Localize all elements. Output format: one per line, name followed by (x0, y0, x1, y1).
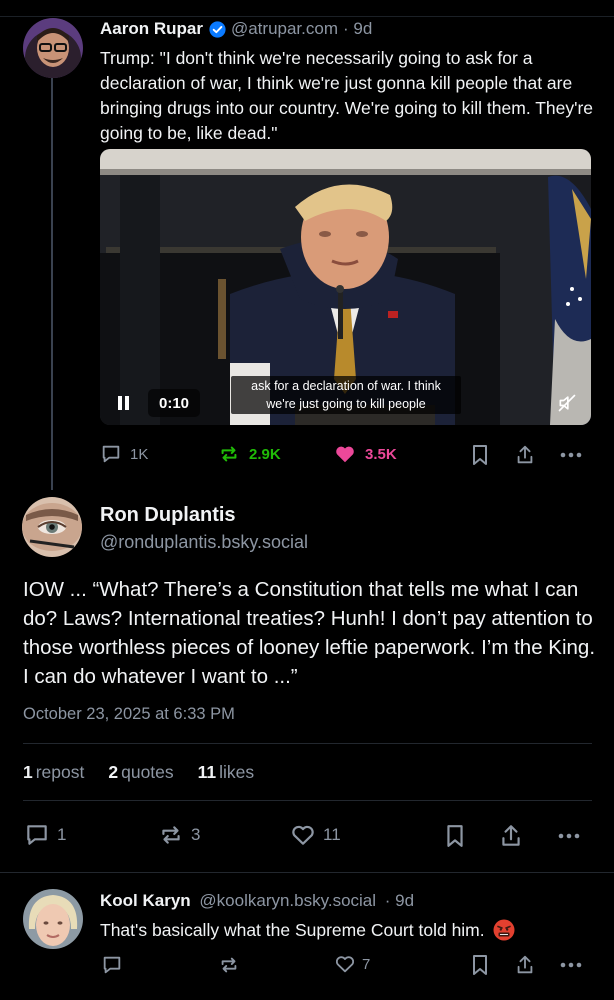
reply-author-handle[interactable]: @koolkaryn.bsky.social (199, 891, 376, 910)
main-author-handle[interactable]: @ronduplantis.bsky.social (100, 532, 308, 553)
heart-icon (335, 956, 355, 973)
repost-arrows-icon (221, 957, 237, 973)
parent-post-text: Trump: "I don't think we're necessarily … (100, 48, 594, 143)
reply-author-name[interactable]: Kool Karyn (100, 891, 191, 910)
verified-check-icon (209, 20, 226, 38)
parent-repost-button[interactable]: 2.9K (217, 443, 281, 465)
muted-speaker-icon (558, 394, 576, 412)
main-repost-button[interactable]: 3 (157, 822, 200, 848)
more-dots-icon (560, 962, 582, 968)
reply-share-button[interactable] (513, 953, 537, 977)
main-reply-count: 1 (57, 825, 67, 844)
bookmark-icon (473, 955, 487, 975)
reply-post-text: That's basically what the Supreme Court … (100, 919, 485, 940)
reply-post-text-row: That's basically what the Supreme Court … (100, 919, 515, 941)
parent-author-handle[interactable]: @atrupar.com (231, 19, 338, 39)
repost-arrows-icon (162, 826, 180, 844)
parent-reply-button[interactable]: 1K (100, 443, 148, 465)
parent-like-count: 3.5K (365, 445, 397, 463)
top-divider (0, 16, 614, 17)
main-author-avatar[interactable] (22, 497, 82, 557)
reply-repost-button[interactable] (217, 953, 241, 977)
main-like-button[interactable]: 11 (289, 822, 341, 848)
speech-bubble-icon (27, 825, 47, 845)
reply-author-avatar[interactable] (23, 889, 83, 949)
bookmark-icon (473, 445, 487, 465)
main-more-button[interactable] (554, 822, 584, 850)
pause-button[interactable] (106, 389, 142, 417)
speech-bubble-icon (103, 956, 121, 974)
parent-post-header: Aaron Rupar @atrupar.com · 9d (100, 19, 372, 39)
quotes-stat[interactable]: 2 quotes (108, 762, 173, 783)
thread-line (51, 78, 53, 490)
likes-stat[interactable]: 11 likes (198, 762, 255, 783)
reposts-stat[interactable]: 1 repost (23, 762, 84, 783)
parent-repost-count: 2.9K (249, 445, 281, 463)
parent-share-button[interactable] (513, 443, 537, 467)
reply-like-button[interactable]: 7 (333, 953, 370, 975)
more-dots-icon (558, 833, 580, 839)
main-bookmark-button[interactable] (441, 822, 469, 850)
reply-reply-button[interactable] (100, 953, 124, 977)
main-share-button[interactable] (497, 822, 525, 850)
parent-bookmark-button[interactable] (468, 443, 492, 467)
reply-post-header: Kool Karyn @koolkaryn.bsky.social · 9d (100, 891, 414, 911)
bookmark-icon (447, 825, 463, 847)
heart-icon (336, 446, 354, 463)
heart-icon (292, 825, 314, 845)
reply-post-age: · 9d (384, 891, 415, 910)
share-icon (517, 445, 533, 464)
more-dots-icon (560, 452, 582, 458)
video-caption: ask for a declaration of war. I think we… (231, 376, 461, 414)
main-post-timestamp: October 23, 2025 at 6:33 PM (23, 705, 235, 723)
speech-bubble-icon (102, 445, 120, 463)
main-author-name[interactable]: Ron Duplantis (100, 504, 236, 527)
main-repost-count: 3 (191, 825, 201, 844)
video-timestamp: 0:10 (148, 389, 200, 417)
parent-like-button[interactable]: 3.5K (333, 443, 397, 465)
stats-divider-top (23, 743, 592, 744)
pause-icon (118, 396, 129, 410)
reply-divider (0, 872, 614, 873)
parent-more-button[interactable] (558, 443, 584, 467)
parent-author-name[interactable]: Aaron Rupar (100, 19, 203, 39)
mute-button[interactable] (553, 390, 581, 416)
reply-bookmark-button[interactable] (468, 953, 492, 977)
reply-more-button[interactable] (558, 953, 584, 977)
stats-divider-bottom (23, 800, 592, 801)
parent-author-avatar[interactable] (23, 18, 83, 78)
main-post-text: IOW ... “What? There’s a Constitution th… (23, 578, 596, 688)
main-like-count: 11 (323, 825, 341, 844)
main-reply-button[interactable]: 1 (23, 822, 66, 848)
share-icon (517, 955, 533, 974)
reply-like-count: 7 (362, 955, 371, 973)
angry-face-emoji (493, 919, 515, 941)
engagement-stats: 1 repost 2 quotes 11 likes (23, 762, 278, 783)
repost-arrows-icon (221, 446, 237, 462)
parent-post-age: · 9d (343, 19, 373, 38)
parent-reply-count: 1K (130, 445, 149, 463)
share-icon (502, 825, 520, 846)
